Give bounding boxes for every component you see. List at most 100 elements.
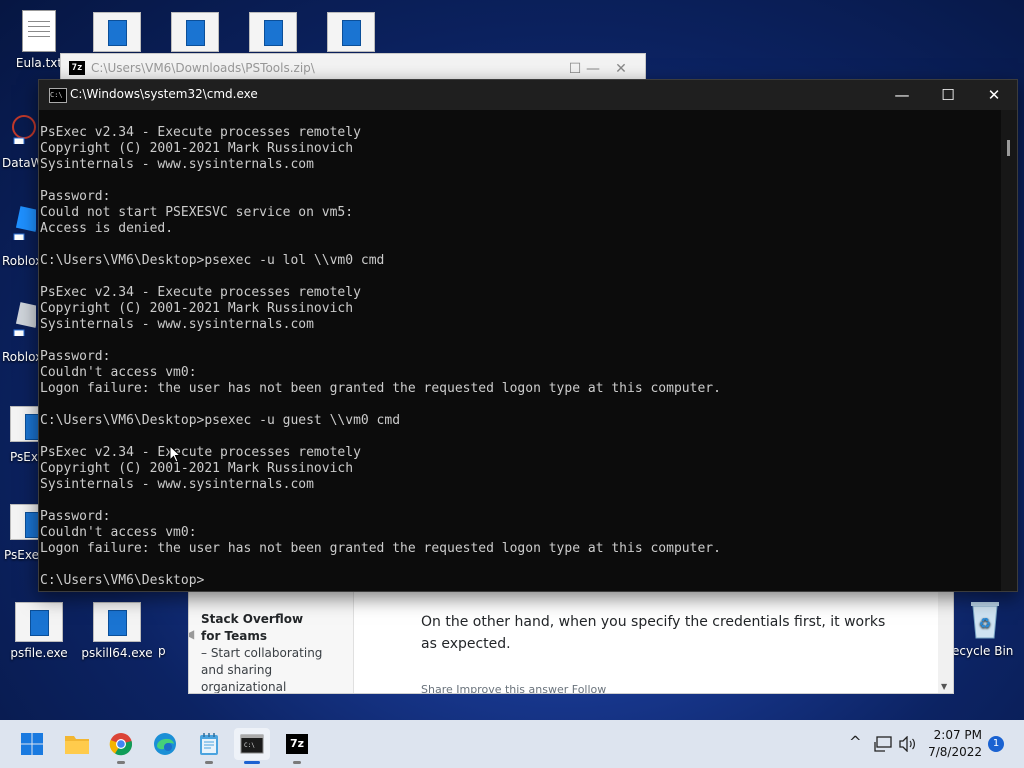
browser-scrollbar[interactable]: ▼ bbox=[938, 589, 953, 693]
console-line: Password: bbox=[40, 189, 111, 204]
console-line: C:\Users\VM6\Desktop>psexec -u lol \\vm0… bbox=[40, 253, 385, 268]
taskbar-file-explorer[interactable] bbox=[59, 728, 95, 760]
console-line: Copyright (C) 2001-2021 Mark Russinovich bbox=[40, 301, 354, 316]
taskbar-7zip[interactable]: 7z bbox=[279, 728, 315, 764]
close-button[interactable]: ✕ bbox=[971, 80, 1017, 110]
console-line: Logon failure: the user has not been gra… bbox=[40, 381, 721, 396]
desktop-icon-pskill64[interactable]: pskill64.exe bbox=[78, 602, 156, 660]
console-line: Could not start PSEXESVC service on vm5: bbox=[40, 205, 354, 220]
console-line: Sysinternals - www.sysinternals.com bbox=[40, 477, 314, 492]
tray-overflow-chevron[interactable]: ^ bbox=[849, 733, 862, 751]
desktop-shortcut-dataw[interactable]: DataW bbox=[2, 110, 43, 170]
window-title: C:\Users\VM6\Downloads\PSTools.zip\ bbox=[91, 61, 315, 75]
window-title: C:\Windows\system32\cmd.exe bbox=[70, 87, 258, 101]
promo-panel: ◀ Stack Overflow for Teams – Start colla… bbox=[189, 589, 354, 693]
desktop-shortcut-label: Roblox bbox=[2, 254, 43, 268]
console-line: Sysinternals - www.sysinternals.com bbox=[40, 157, 314, 172]
desktop-shortcut-label: Roblox bbox=[2, 350, 43, 364]
console-line: Access is denied. bbox=[40, 221, 174, 236]
start-button[interactable] bbox=[14, 728, 50, 760]
browser-window[interactable]: ◀ Stack Overflow for Teams – Start colla… bbox=[188, 588, 954, 694]
minimize-button[interactable]: — bbox=[879, 80, 925, 110]
desktop-icon-exe-4[interactable] bbox=[312, 12, 390, 56]
chrome-icon bbox=[109, 733, 133, 756]
taskbar-notepad[interactable] bbox=[191, 728, 227, 764]
cmd-window[interactable]: C:\ C:\Windows\system32\cmd.exe — ☐ ✕ Ps… bbox=[38, 79, 1018, 592]
desktop-shortcut-label: DataW bbox=[2, 156, 43, 170]
scroll-down-arrow[interactable]: ▼ bbox=[941, 682, 947, 691]
maximize-button[interactable]: ☐ bbox=[555, 58, 595, 80]
taskbar-cmd[interactable]: C:\ bbox=[234, 728, 270, 764]
desktop-icon-exe-2[interactable] bbox=[156, 12, 234, 56]
recycle-bin-icon: ♻ bbox=[971, 602, 999, 639]
promo-prev-arrow[interactable]: ◀ bbox=[189, 627, 194, 641]
desktop-icon-exe-1[interactable] bbox=[78, 12, 156, 56]
7zip-icon: 7z bbox=[69, 61, 85, 75]
console-line: C:\Users\VM6\Desktop>psexec -u guest \\v… bbox=[40, 413, 401, 428]
executable-icon bbox=[249, 12, 297, 52]
desktop-icon-label: psfile.exe bbox=[10, 646, 68, 660]
roblox-studio-icon bbox=[13, 302, 41, 339]
running-indicator bbox=[117, 761, 125, 764]
maximize-button[interactable]: ☐ bbox=[925, 80, 971, 110]
7zip-icon: 7z bbox=[286, 734, 308, 754]
scrollbar-thumb[interactable] bbox=[1007, 140, 1010, 156]
cmd-icon: C:\ bbox=[49, 88, 67, 103]
promo-body: – Start collaborating and sharing organi… bbox=[201, 646, 323, 694]
taskbar: C:\ 7z ^ 2:07 PM 7/8/2022 bbox=[0, 720, 1024, 768]
close-button[interactable]: ✕ bbox=[601, 58, 641, 80]
console-output[interactable]: PsExec v2.34 - Execute processes remotel… bbox=[39, 110, 1001, 591]
desktop-icon-psfile[interactable]: psfile.exe bbox=[0, 602, 78, 660]
console-line: PsExec v2.34 - Execute processes remotel… bbox=[40, 285, 361, 300]
cmd-titlebar[interactable]: C:\ C:\Windows\system32\cmd.exe — ☐ ✕ bbox=[39, 80, 1017, 110]
running-indicator bbox=[293, 761, 301, 764]
console-line: Copyright (C) 2001-2021 Mark Russinovich bbox=[40, 461, 354, 476]
running-indicator bbox=[244, 761, 260, 764]
console-line: PsExec v2.34 - Execute processes remotel… bbox=[40, 125, 361, 140]
console-line: Couldn't access vm0: bbox=[40, 525, 197, 540]
console-line: Password: bbox=[40, 349, 111, 364]
start-icon bbox=[21, 733, 43, 755]
svg-text:C:\: C:\ bbox=[244, 742, 255, 749]
clock[interactable]: 2:07 PM 7/8/2022 bbox=[928, 727, 982, 761]
executable-icon bbox=[93, 12, 141, 52]
clock-time: 2:07 PM bbox=[933, 728, 982, 742]
desktop-shortcut-roblox-2[interactable]: Roblox bbox=[2, 302, 42, 364]
answer-text: On the other hand, when you specify the … bbox=[421, 614, 886, 652]
console-line: Logon failure: the user has not been gra… bbox=[40, 541, 721, 556]
roblox-icon bbox=[13, 206, 41, 243]
console-line: Copyright (C) 2001-2021 Mark Russinovich bbox=[40, 141, 354, 156]
running-indicator bbox=[205, 761, 213, 764]
desktop-icon-partial[interactable]: p bbox=[148, 602, 188, 658]
executable-icon bbox=[327, 12, 375, 52]
notification-badge[interactable]: 1 bbox=[988, 736, 1004, 752]
desktop-shortcut-label: PsExe bbox=[4, 548, 39, 562]
network-icon[interactable] bbox=[874, 736, 892, 752]
edge-icon bbox=[154, 733, 176, 755]
desktop-icon-recycle-bin[interactable]: ♻ ecycle Bin bbox=[946, 598, 1024, 658]
desktop-icon-label: p bbox=[158, 644, 166, 658]
cmd-scrollbar[interactable] bbox=[1001, 110, 1017, 591]
console-line: Sysinternals - www.sysinternals.com bbox=[40, 317, 314, 332]
console-line: Password: bbox=[40, 509, 111, 524]
executable-icon bbox=[171, 12, 219, 52]
taskbar-edge[interactable] bbox=[147, 728, 183, 760]
volume-icon[interactable] bbox=[899, 736, 917, 752]
text-file-icon bbox=[22, 10, 56, 52]
console-line: C:\Users\VM6\Desktop> bbox=[40, 573, 205, 588]
desktop-icon-exe-3[interactable] bbox=[234, 12, 312, 56]
cmd-icon: C:\ bbox=[240, 734, 264, 754]
promo-title[interactable]: Stack Overflow for Teams bbox=[201, 611, 321, 645]
executable-icon bbox=[15, 602, 63, 642]
console-line: PsExec v2.34 - Execute processes remotel… bbox=[40, 445, 361, 460]
mouse-cursor bbox=[169, 445, 181, 463]
notepad-icon bbox=[200, 733, 218, 755]
desktop-shortcut-roblox-1[interactable]: Roblox bbox=[2, 206, 42, 268]
answer-footer[interactable]: Share Improve this answer Follow bbox=[421, 683, 606, 693]
taskbar-chrome[interactable] bbox=[103, 728, 139, 764]
svg-text:♻: ♻ bbox=[979, 616, 992, 632]
